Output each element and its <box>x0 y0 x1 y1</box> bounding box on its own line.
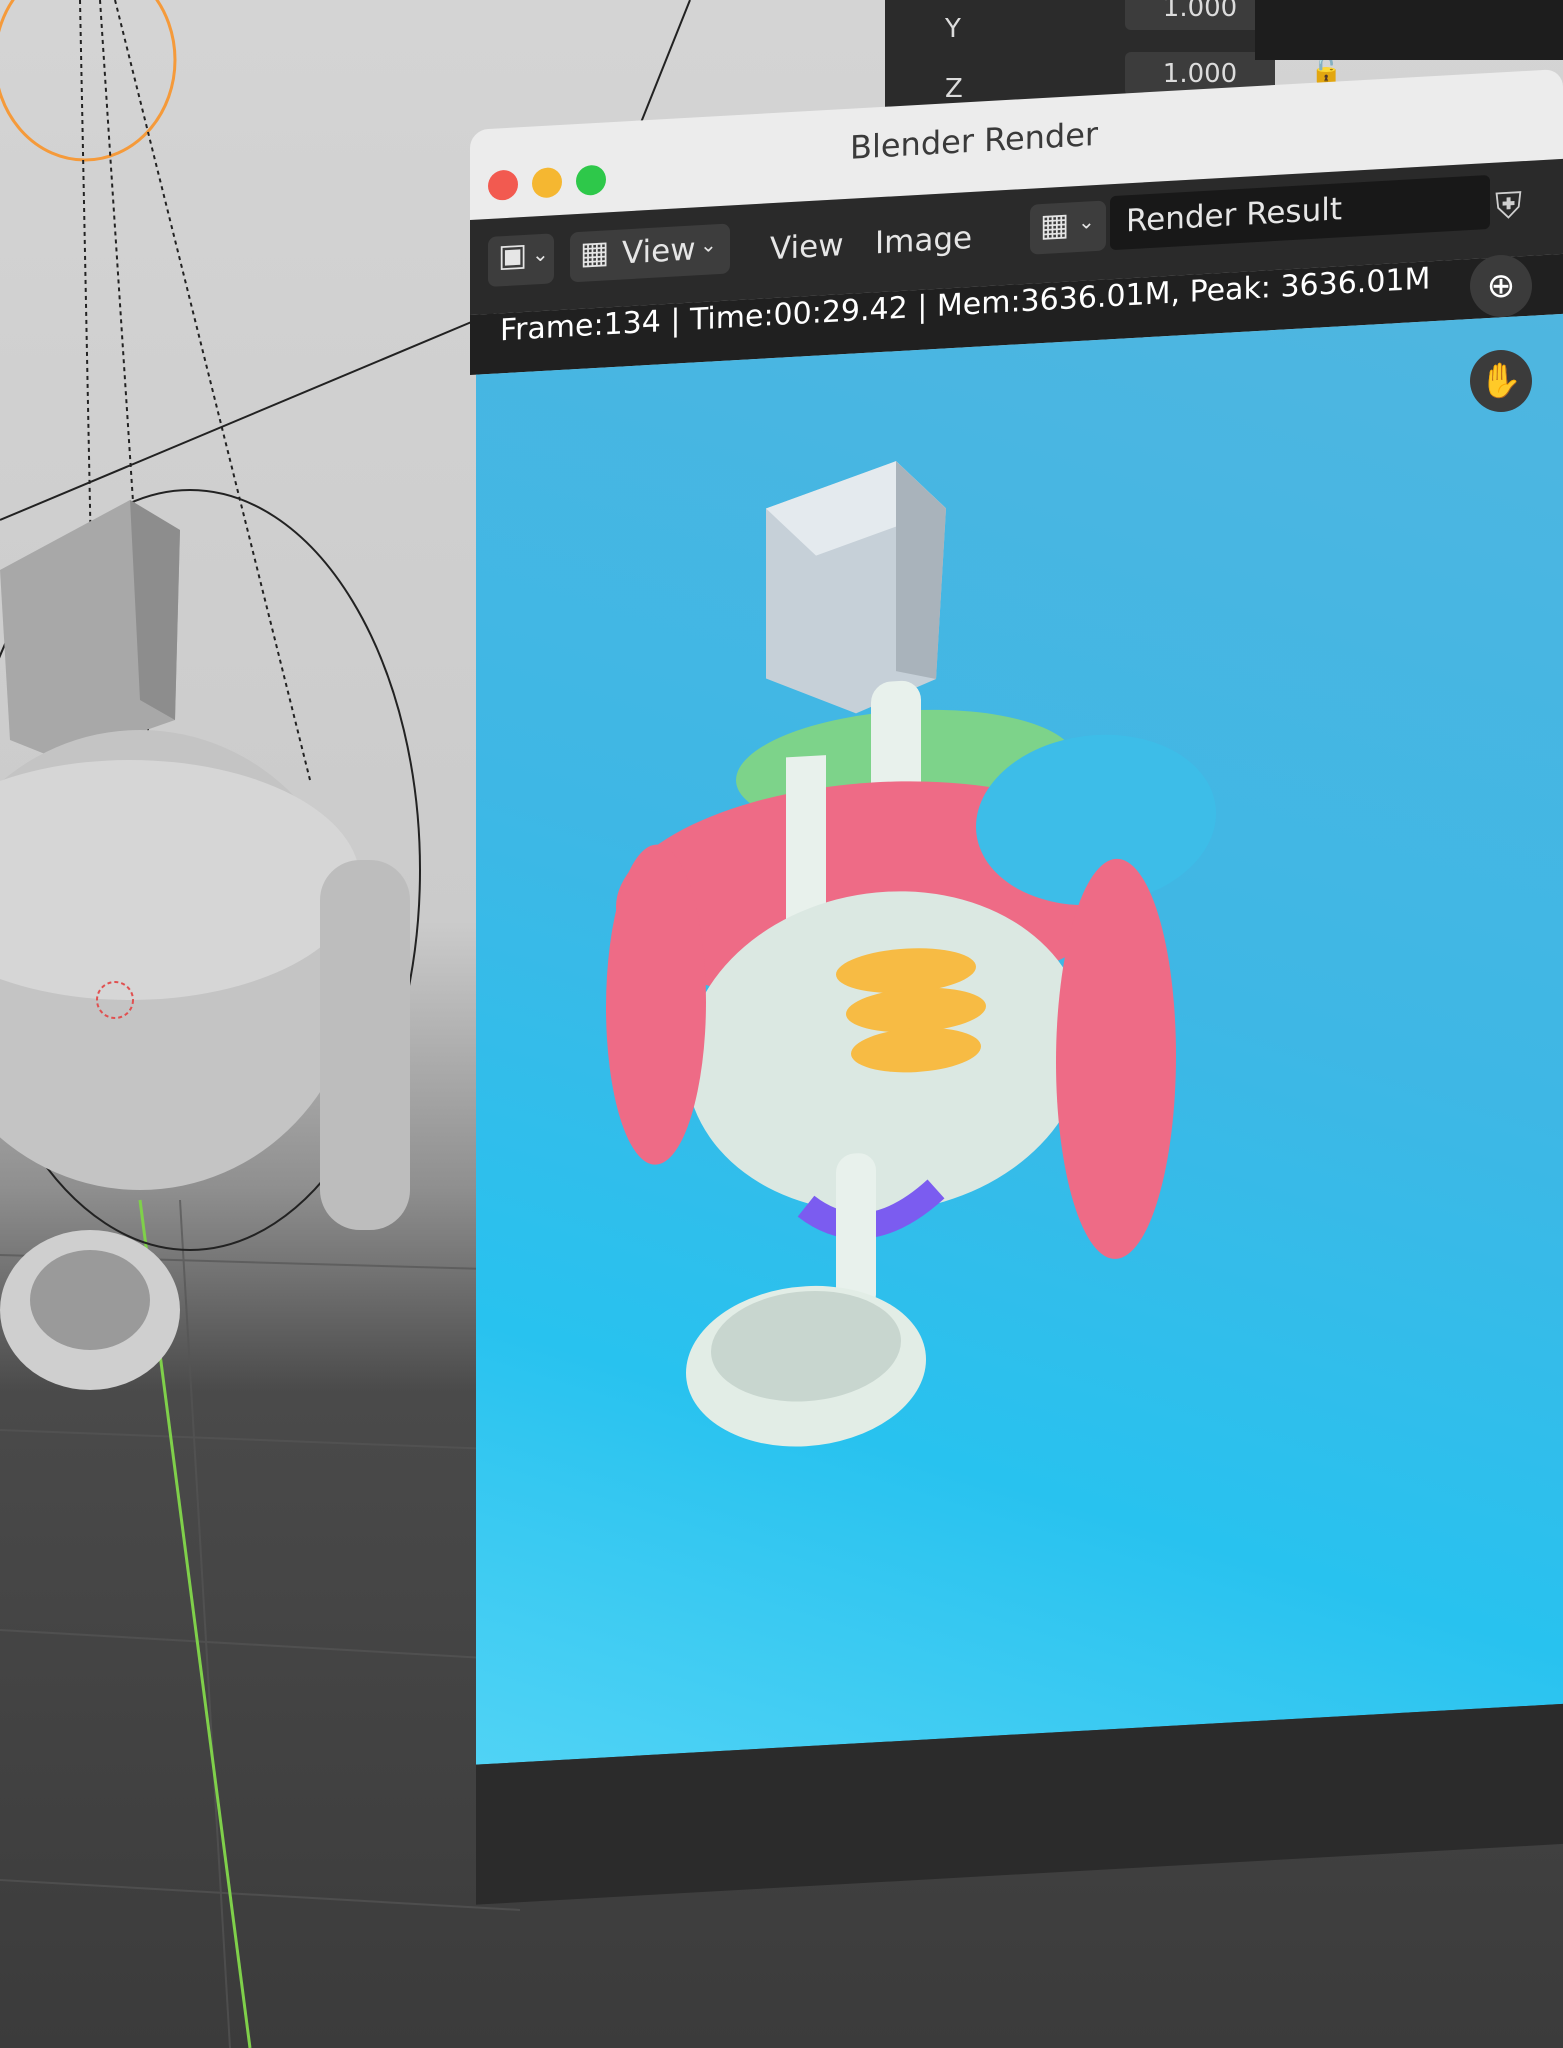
chevron-down-icon: ⌄ <box>532 241 549 267</box>
zoom-button[interactable] <box>576 164 606 197</box>
axis-label: Z <box>945 74 963 104</box>
render-window: Blender Render ▣ ⌄ ▦ View ⌄ View Image ▦… <box>470 68 1563 1940</box>
rendered-figure <box>606 461 1216 1447</box>
image-icon: ▦ <box>1040 206 1070 245</box>
image-name: Render Result <box>1126 191 1343 240</box>
view-dropdown-label: View <box>622 231 696 272</box>
minimize-button[interactable] <box>532 166 562 199</box>
chevron-down-icon: ⌄ <box>1078 209 1095 235</box>
menu-view[interactable]: View <box>770 227 844 267</box>
view-mode-dropdown[interactable]: ▦ View ⌄ <box>570 223 730 283</box>
scale-y-row: Y 1.000 🔓 <box>885 0 1342 50</box>
close-button[interactable] <box>488 169 518 201</box>
image-browse-button[interactable]: ▦ ⌄ <box>1030 200 1106 255</box>
menu-image[interactable]: Image <box>875 220 972 261</box>
shield-icon[interactable]: ⛨ <box>1495 185 1522 229</box>
hand-icon[interactable]: ✋ <box>1470 350 1532 412</box>
window-title: Blender Render <box>850 114 1099 167</box>
image-icon: ▦ <box>580 234 610 272</box>
image-editor-icon: ▣ <box>498 236 528 275</box>
editor-border <box>1255 0 1563 60</box>
ribs <box>836 948 986 1073</box>
cube-side <box>896 461 946 679</box>
axis-label: Y <box>945 14 961 44</box>
scale-y-field[interactable]: 1.000 <box>1125 0 1275 30</box>
chevron-down-icon: ⌄ <box>700 232 717 258</box>
editor-type-button[interactable]: ▣ ⌄ <box>488 233 554 287</box>
image-name-field[interactable]: Render Result <box>1110 174 1490 251</box>
render-result-canvas[interactable] <box>476 313 1563 1765</box>
zoom-in-icon[interactable]: ⊕ <box>1470 255 1532 317</box>
